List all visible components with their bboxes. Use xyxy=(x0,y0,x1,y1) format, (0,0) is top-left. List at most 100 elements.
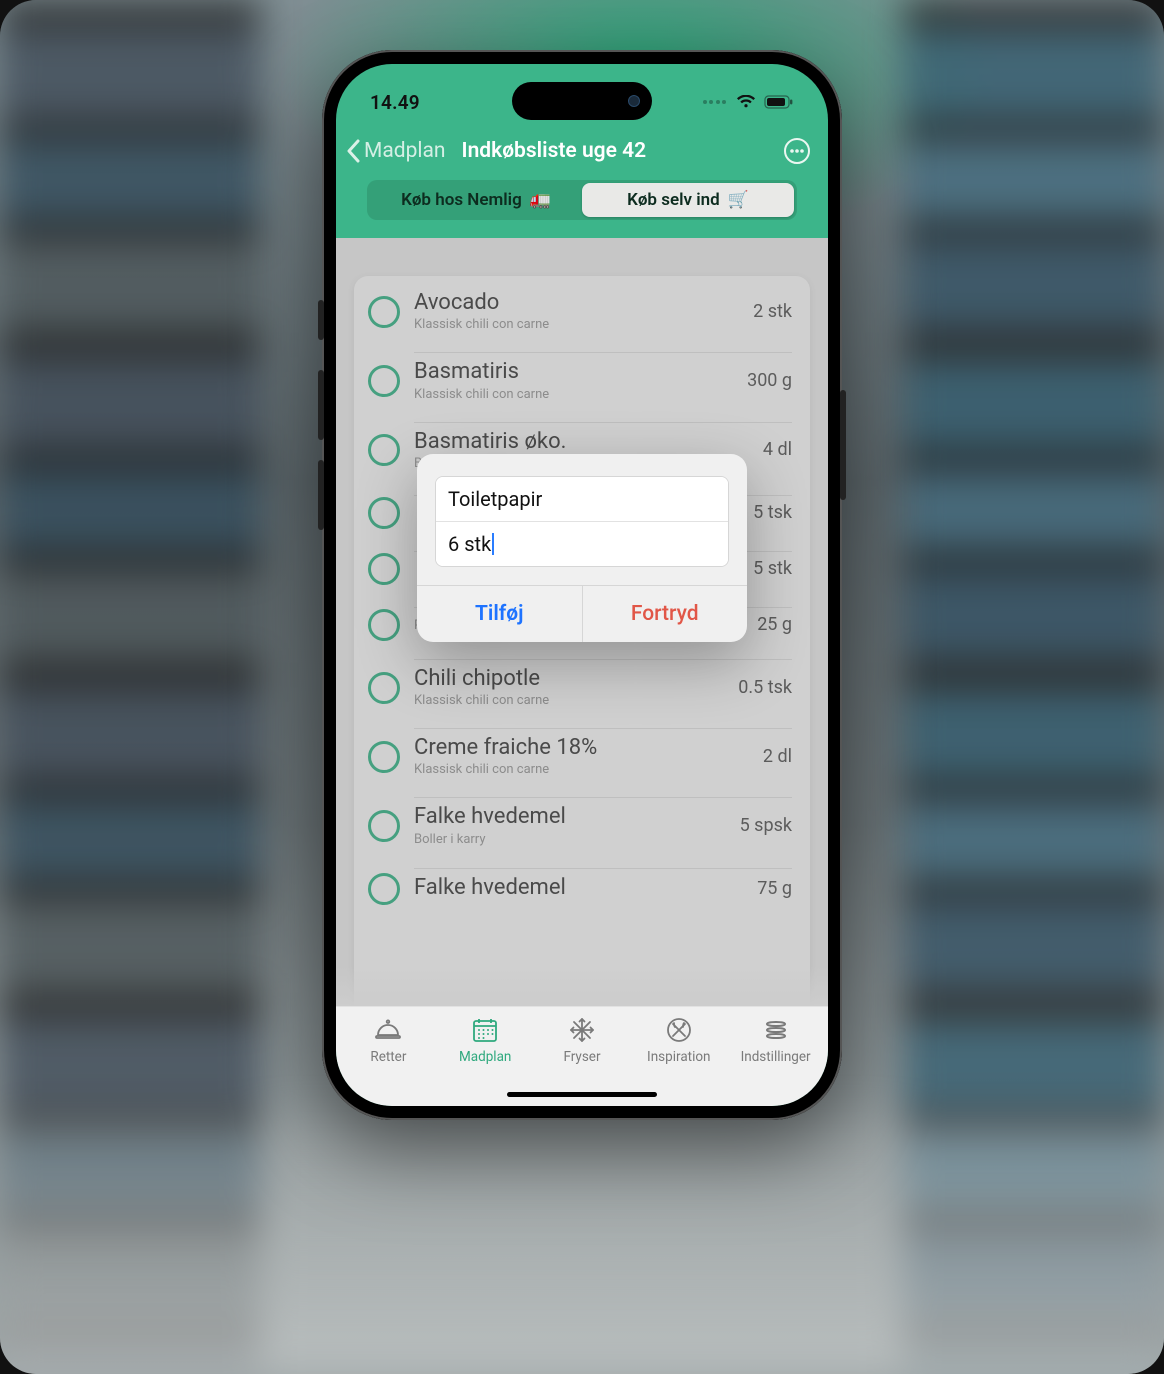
checkbox-circle[interactable] xyxy=(368,741,400,773)
list-item-sub: Klassisk chili con carne xyxy=(414,387,549,402)
list-item-qty: 5 tsk xyxy=(743,502,792,523)
tab-label: Fryser xyxy=(563,1049,600,1065)
list-item-textcol: Avocado Klassisk chili con carne xyxy=(414,290,549,332)
list-item[interactable]: Falke hvedemel 75 g xyxy=(354,859,810,915)
list-item-qty: 25 g xyxy=(747,614,792,635)
more-button[interactable] xyxy=(782,136,812,166)
list-item-content: Basmatiris Klassisk chili con carne 300 g xyxy=(414,352,792,403)
checkbox-circle[interactable] xyxy=(368,672,400,704)
utensils-icon xyxy=(665,1015,693,1045)
list-item-sub: Boller i karry xyxy=(414,832,566,847)
purchase-segment: Køb hos Nemlig 🚛 Køb selv ind 🛒 xyxy=(367,180,797,220)
dialog-add-button[interactable]: Tilføj xyxy=(417,586,582,642)
checkbox-circle[interactable] xyxy=(368,434,400,466)
list-item-content: Falke hvedemelBoller i karry5 spsk xyxy=(414,797,792,848)
status-dots-icon xyxy=(703,100,727,104)
list-item-name: Basmatiris xyxy=(414,359,549,384)
list-item-sub: Klassisk chili con carne xyxy=(414,693,549,708)
back-label: Madplan xyxy=(364,139,446,163)
tab-bar: Retter xyxy=(336,1006,828,1106)
dialog-cancel-button[interactable]: Fortryd xyxy=(582,586,748,642)
list-item-textcol: Basmatiris Klassisk chili con carne xyxy=(414,359,549,401)
checkbox-circle[interactable] xyxy=(368,873,400,905)
item-qty-field[interactable]: 6 stk xyxy=(436,521,728,566)
app-header: Madplan Indkøbsliste uge 42 xyxy=(336,122,828,238)
list-item-qty: 0.5 tsk xyxy=(728,677,792,698)
list-item[interactable]: Creme fraiche 18% Klassisk chili con carn… xyxy=(354,720,810,789)
dialog-input-group: Toiletpapir 6 stk xyxy=(435,476,729,567)
nav-row: Madplan Indkøbsliste uge 42 xyxy=(336,126,828,180)
list-item-qty: 2 stk xyxy=(743,301,792,322)
marketing-stage: 14.49 xyxy=(0,0,1164,1374)
list-item-textcol: Falke hvedemel Boller i karry xyxy=(414,804,566,846)
segment-nemlig[interactable]: Køb hos Nemlig 🚛 xyxy=(370,183,582,217)
page-title: Indkøbsliste uge 42 xyxy=(462,139,782,163)
status-time: 14.49 xyxy=(370,91,420,114)
cloche-icon xyxy=(373,1015,403,1045)
dynamic-island xyxy=(512,82,652,120)
add-item-dialog: Toiletpapir 6 stk Tilføj Fortryd xyxy=(417,454,747,642)
checkbox-circle[interactable] xyxy=(368,365,400,397)
phone-side-button xyxy=(318,300,324,340)
list-item-qty: 5 stk xyxy=(743,558,792,579)
list-item-qty: 4 dl xyxy=(753,439,792,460)
tab-madplan[interactable]: Madplan xyxy=(437,1015,534,1065)
checkbox-circle[interactable] xyxy=(368,553,400,585)
item-name-value: Toiletpapir xyxy=(448,487,542,511)
tab-retter[interactable]: Retter xyxy=(340,1015,437,1065)
cart-icon: 🛒 xyxy=(728,190,749,210)
tab-label: Indstillinger xyxy=(741,1049,811,1065)
checkbox-circle[interactable] xyxy=(368,497,400,529)
list-item[interactable]: Avocado Klassisk chili con carne 2 stk xyxy=(354,276,810,344)
list-item-sub: Klassisk chili con carne xyxy=(414,762,597,777)
list-item-name: Falke hvedemel xyxy=(414,875,566,900)
dialog-button-row: Tilføj Fortryd xyxy=(417,585,747,642)
checkbox-circle[interactable] xyxy=(368,810,400,842)
list-item-name: Creme fraiche 18% xyxy=(414,735,597,760)
list-item-content: Avocado Klassisk chili con carne 2 stk xyxy=(414,284,792,334)
phone-side-button xyxy=(318,460,324,530)
text-caret xyxy=(492,533,494,555)
phone-side-button xyxy=(318,370,324,440)
segment-nemlig-label: Køb hos Nemlig xyxy=(401,190,522,210)
item-qty-value: 6 stk xyxy=(448,532,491,556)
wifi-icon xyxy=(736,95,756,109)
list-item-textcol: Creme fraiche 18% Klassisk chili con carn… xyxy=(414,735,597,777)
list-item-sub: Klassisk chili con carne xyxy=(414,317,549,332)
tab-label: Retter xyxy=(370,1049,406,1065)
back-button[interactable]: Madplan xyxy=(346,139,446,163)
front-camera xyxy=(628,95,640,107)
tab-label: Inspiration xyxy=(647,1049,710,1065)
list-item-name: Chili chipotle xyxy=(414,666,549,691)
list-item[interactable]: Basmatiris Klassisk chili con carne 300 g xyxy=(354,344,810,413)
tab-fryser[interactable]: Fryser xyxy=(534,1015,631,1065)
list-item-name: Basmatiris øko. xyxy=(414,429,566,454)
list-item-qty: 2 dl xyxy=(753,746,792,767)
list-item-textcol: Chili chipotle Klassisk chili con carne xyxy=(414,666,549,708)
tab-inspiration[interactable]: Inspiration xyxy=(630,1015,727,1065)
tab-indstillinger[interactable]: Indstillinger xyxy=(727,1015,824,1065)
phone-side-button xyxy=(840,390,846,500)
segment-selv[interactable]: Køb selv ind 🛒 xyxy=(582,183,794,217)
snowflake-icon xyxy=(568,1015,596,1045)
list-item-qty: 300 g xyxy=(737,370,792,391)
home-indicator xyxy=(507,1092,657,1097)
list-item[interactable]: Falke hvedemelBoller i karry5 spsk xyxy=(354,789,810,858)
phone-screen: 14.49 xyxy=(336,64,828,1106)
phone-frame: 14.49 xyxy=(322,50,842,1120)
status-right xyxy=(703,95,795,109)
list-item-qty: 75 g xyxy=(747,878,792,899)
segment-selv-label: Køb selv ind xyxy=(627,190,720,210)
list-item-content: Falke hvedemel 75 g xyxy=(414,868,792,904)
tab-label: Madplan xyxy=(459,1049,511,1065)
checkbox-circle[interactable] xyxy=(368,609,400,641)
menu-stack-icon xyxy=(761,1015,791,1045)
checkbox-circle[interactable] xyxy=(368,296,400,328)
bottom-fade xyxy=(336,966,828,1006)
item-name-field[interactable]: Toiletpapir xyxy=(436,477,728,521)
calendar-icon xyxy=(471,1015,499,1045)
list-item-name: Falke hvedemel xyxy=(414,804,566,829)
list-item-name: Avocado xyxy=(414,290,549,315)
chevron-left-icon xyxy=(346,139,360,163)
list-item[interactable]: Chili chipotle Klassisk chili con carne 0.… xyxy=(354,651,810,720)
